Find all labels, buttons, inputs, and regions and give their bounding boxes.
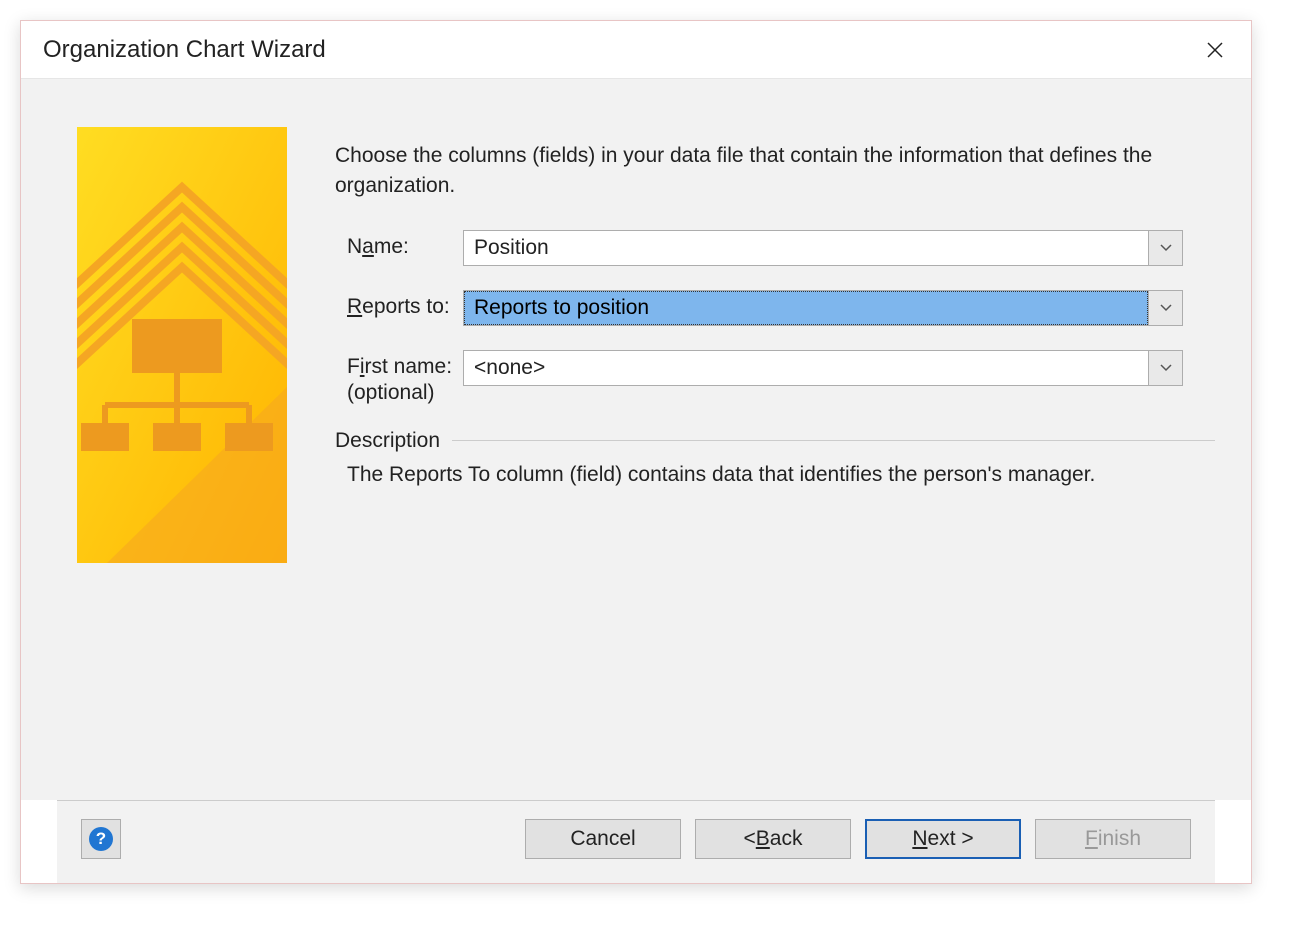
name-select-arrow[interactable] <box>1148 231 1182 265</box>
first-name-select[interactable]: <none> <box>463 350 1183 386</box>
close-icon <box>1206 41 1224 59</box>
dialog-title: Organization Chart Wizard <box>43 36 326 64</box>
name-select[interactable]: Position <box>463 230 1183 266</box>
description-divider <box>452 440 1215 441</box>
reports-to-row: Reports to: Reports to position <box>335 290 1215 326</box>
wizard-illustration <box>77 127 287 563</box>
reports-to-select-arrow[interactable] <box>1148 291 1182 325</box>
first-name-select-arrow[interactable] <box>1148 351 1182 385</box>
first-name-row: First name: (optional) <none> <box>335 350 1215 405</box>
reports-to-select-value: Reports to position <box>464 291 1148 325</box>
finish-button: Finish <box>1035 819 1191 859</box>
cancel-button[interactable]: Cancel <box>525 819 681 859</box>
description-header: Description <box>335 429 1215 453</box>
help-button[interactable]: ? <box>81 819 121 859</box>
first-name-select-value: <none> <box>464 351 1148 385</box>
description-text: The Reports To column (field) contains d… <box>335 463 1215 487</box>
instruction-text: Choose the columns (fields) in your data… <box>335 141 1165 202</box>
dialog-footer: ? Cancel < Back Next > Finish <box>57 800 1215 883</box>
chevron-down-icon <box>1160 304 1172 312</box>
footer-buttons: Cancel < Back Next > Finish <box>525 819 1191 859</box>
first-name-optional: (optional) <box>335 381 463 405</box>
reports-to-label: Reports to: <box>335 290 463 319</box>
first-name-label: First name: <box>335 350 463 379</box>
back-button[interactable]: < Back <box>695 819 851 859</box>
name-select-value: Position <box>464 231 1148 265</box>
description-title: Description <box>335 429 440 453</box>
titlebar: Organization Chart Wizard <box>21 21 1251 79</box>
description-section: Description The Reports To column (field… <box>335 429 1215 487</box>
content-area: Choose the columns (fields) in your data… <box>21 79 1251 800</box>
chevron-down-icon <box>1160 364 1172 372</box>
form-area: Choose the columns (fields) in your data… <box>335 127 1215 800</box>
chevron-down-icon <box>1160 244 1172 252</box>
name-row: Name: Position <box>335 230 1215 266</box>
next-button[interactable]: Next > <box>865 819 1021 859</box>
help-icon: ? <box>89 827 113 851</box>
wizard-dialog: Organization Chart Wizard <box>20 20 1252 884</box>
close-button[interactable] <box>1197 32 1233 68</box>
reports-to-select[interactable]: Reports to position <box>463 290 1183 326</box>
name-label: Name: <box>335 230 463 259</box>
